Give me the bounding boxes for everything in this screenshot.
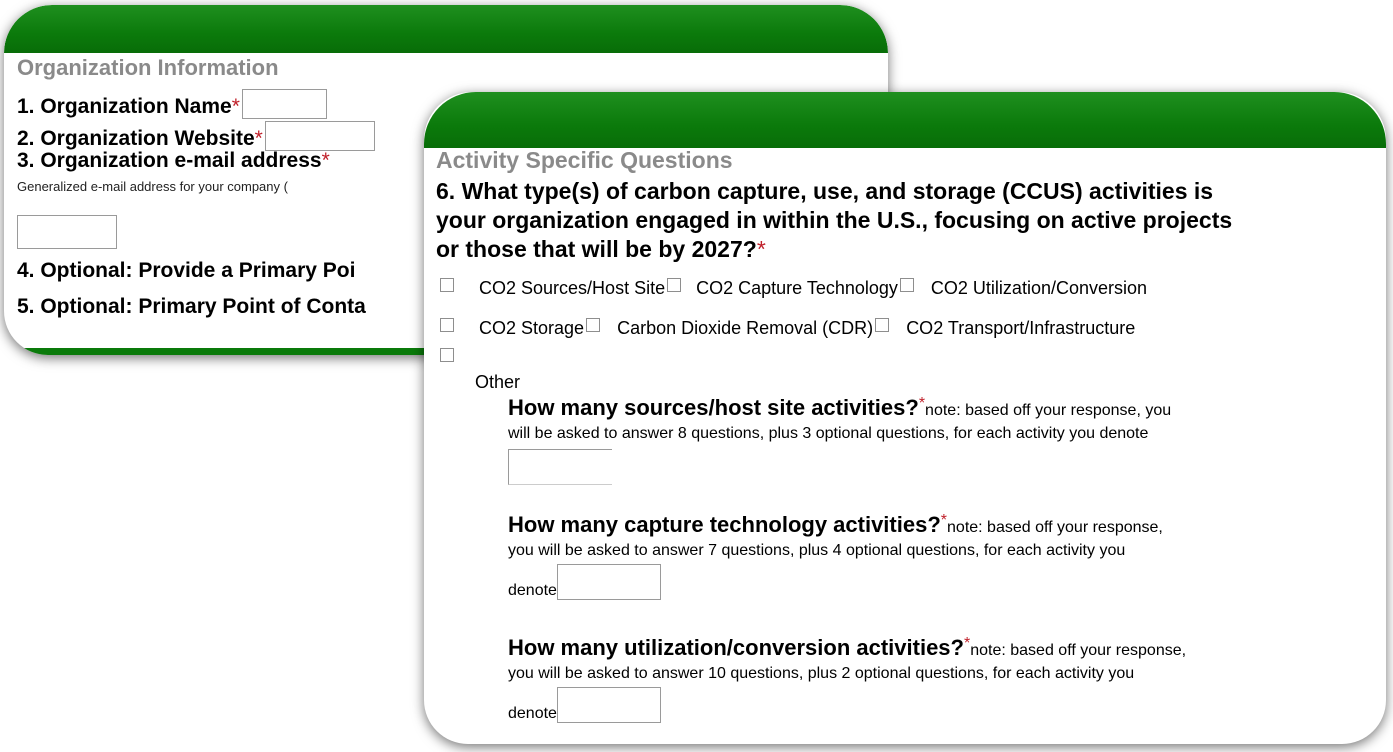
sources-count-input[interactable] xyxy=(508,449,612,485)
checkbox-co2-sources[interactable] xyxy=(440,278,454,292)
org-website-input[interactable] xyxy=(264,121,375,151)
question-org-email: 3. Organization e-mail address* xyxy=(17,149,330,173)
required-asterisk: * xyxy=(231,95,240,118)
org-name-input[interactable] xyxy=(241,89,327,119)
checkbox-co2-capture[interactable] xyxy=(667,278,682,292)
subquestion-title: How many capture technology activities? xyxy=(508,512,941,537)
option-label: Other xyxy=(475,372,521,392)
required-asterisk: * xyxy=(321,149,330,172)
section-title: Organization Information xyxy=(17,55,279,80)
checkbox-co2-storage[interactable] xyxy=(440,318,454,332)
checkbox-cdr[interactable] xyxy=(586,318,601,332)
options-row-1: CO2 Sources/Host Site CO2 Capture Techno… xyxy=(440,278,1147,299)
subquestion-note: will be asked to answer 8 questions, plu… xyxy=(508,425,1149,442)
question-org-website: 2. Organization Website* xyxy=(17,121,375,151)
option-label: CO2 Transport/Infrastructure xyxy=(906,318,1136,338)
subquestion-note: you will be asked to answer 7 questions,… xyxy=(508,542,1126,559)
capture-count-input[interactable] xyxy=(556,564,661,600)
activity-questions-panel: Activity Specific Questions 6. What type… xyxy=(424,92,1386,744)
required-asterisk: * xyxy=(756,236,766,262)
question-primary-poc-contact: 5. Optional: Primary Point of Conta xyxy=(17,295,366,318)
subquestion-note: note: based off your response, xyxy=(947,519,1163,536)
question-primary-poc: 4. Optional: Provide a Primary Poi xyxy=(17,259,356,282)
option-label: CO2 Storage xyxy=(479,318,585,338)
option-label: CO2 Capture Technology xyxy=(696,278,898,298)
subquestion-note: you will be asked to answer 10 questions… xyxy=(508,665,1135,682)
options-row-3: Other xyxy=(440,348,520,392)
panel-header-bar xyxy=(424,92,1386,148)
option-label: CO2 Sources/Host Site xyxy=(479,278,666,298)
question-label: 3. Organization e-mail address xyxy=(17,149,322,172)
required-asterisk: * xyxy=(254,127,263,150)
question-label: 1. Organization Name xyxy=(17,95,232,118)
panel-header-bar xyxy=(4,5,888,53)
checkbox-other[interactable] xyxy=(440,348,454,362)
question-ccus-activities: 6. What type(s) of carbon capture, use, … xyxy=(436,177,1232,264)
subquestion-note: denote xyxy=(508,705,557,722)
subquestion-note: denote xyxy=(508,582,557,599)
option-label: Carbon Dioxide Removal (CDR) xyxy=(617,318,874,338)
checkbox-co2-transport[interactable] xyxy=(875,318,890,332)
subquestion-note: note: based off your response, you xyxy=(925,402,1172,419)
subquestion-sources: How many sources/host site activities?*n… xyxy=(508,395,1171,485)
question-line: or those that will be by 2027? xyxy=(436,236,757,262)
subquestion-title: How many sources/host site activities? xyxy=(508,395,919,420)
subquestion-title: How many utilization/conversion activiti… xyxy=(508,635,964,660)
options-row-2: CO2 Storage Carbon Dioxide Removal (CDR)… xyxy=(440,318,1135,339)
email-hint: Generalized e-mail address for your comp… xyxy=(17,179,288,194)
subquestion-capture: How many capture technology activities?*… xyxy=(508,512,1163,600)
question-org-name: 1. Organization Name* xyxy=(17,89,327,119)
question-line: your organization engaged in within the … xyxy=(436,207,1233,233)
option-label: CO2 Utilization/Conversion xyxy=(930,278,1148,298)
question-line: 6. What type(s) of carbon capture, use, … xyxy=(436,178,1214,204)
subquestion-note: note: based off your response, xyxy=(970,642,1187,659)
question-label: 2. Organization Website xyxy=(17,127,255,150)
org-email-input[interactable] xyxy=(17,215,117,249)
section-title: Activity Specific Questions xyxy=(436,147,733,173)
utilization-count-input[interactable] xyxy=(556,687,661,723)
checkbox-co2-utilization[interactable] xyxy=(899,278,914,292)
subquestion-utilization: How many utilization/conversion activiti… xyxy=(508,635,1186,723)
